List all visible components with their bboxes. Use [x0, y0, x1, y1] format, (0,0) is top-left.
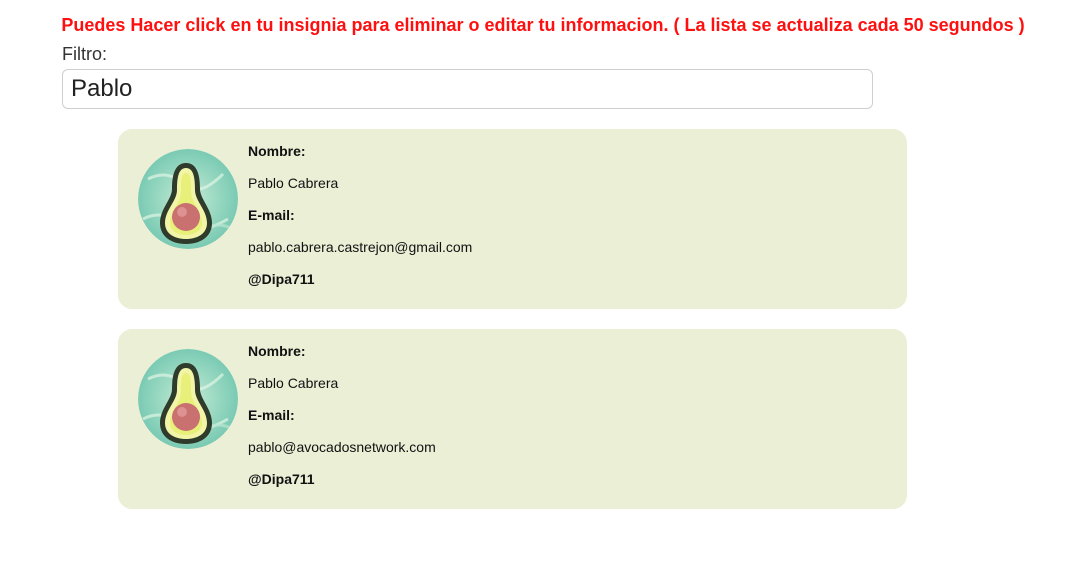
- user-badge-card[interactable]: Nombre: Pablo Cabrera E-mail: pablo@avoc…: [118, 329, 907, 509]
- filter-input[interactable]: [62, 69, 873, 109]
- avocado-icon: [138, 149, 238, 249]
- filter-label: Filtro:: [62, 44, 107, 64]
- user-handle: @Dipa711: [248, 271, 315, 287]
- email-value: pablo@avocadosnetwork.com: [248, 439, 436, 455]
- name-value: Pablo Cabrera: [248, 375, 339, 391]
- name-label: Nombre:: [248, 343, 306, 359]
- email-value: pablo.cabrera.castrejon@gmail.com: [248, 239, 473, 255]
- info-banner: Puedes Hacer click en tu insignia para e…: [61, 15, 1025, 35]
- user-handle: @Dipa711: [248, 471, 315, 487]
- avocado-icon: [138, 349, 238, 449]
- email-label: E-mail:: [248, 407, 295, 423]
- name-value: Pablo Cabrera: [248, 175, 339, 191]
- user-badge-card[interactable]: Nombre: Pablo Cabrera E-mail: pablo.cabr…: [118, 129, 907, 309]
- email-label: E-mail:: [248, 207, 295, 223]
- name-label: Nombre:: [248, 143, 306, 159]
